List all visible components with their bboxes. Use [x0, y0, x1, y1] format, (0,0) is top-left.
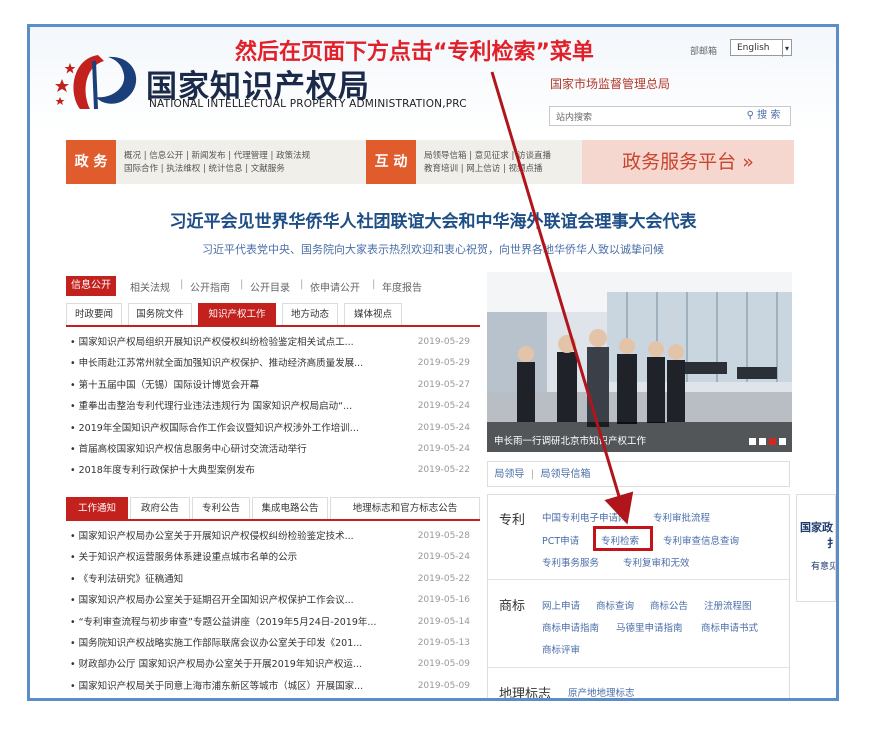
annotation-arrow-icon	[490, 71, 634, 525]
browser-frame: 国家知识产权局 NATIONAL INTELLECTUAL PROPERTY A…	[27, 24, 839, 701]
tutorial-annotation: 然后在页面下方点击“专利检索”菜单	[235, 40, 594, 65]
